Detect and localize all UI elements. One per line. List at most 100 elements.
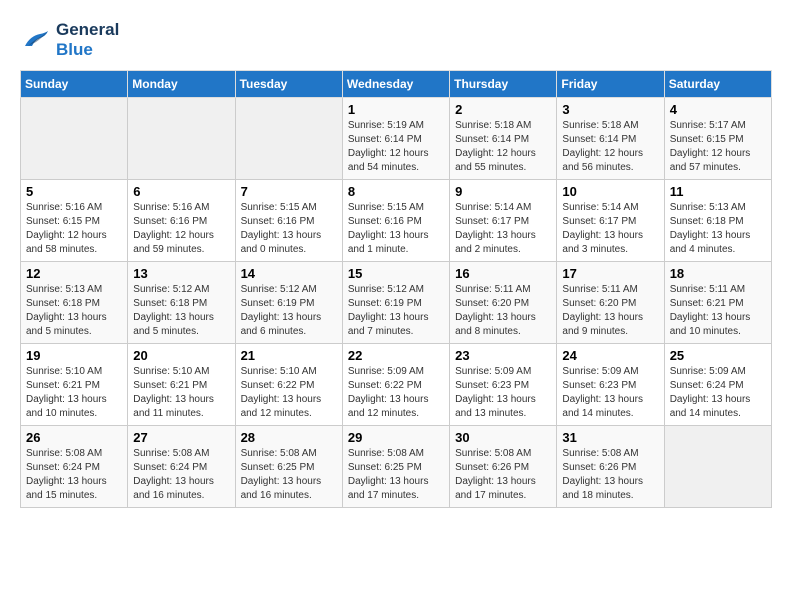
- day-info: Sunrise: 5:15 AM Sunset: 6:16 PM Dayligh…: [241, 201, 337, 257]
- day-of-week-header: Sunday: [21, 71, 128, 98]
- day-number: 6: [133, 184, 229, 199]
- day-of-week-header: Saturday: [664, 71, 771, 98]
- calendar-day-cell: 7 Sunrise: 5:15 AM Sunset: 6:16 PM Daylig…: [235, 180, 342, 262]
- calendar-day-cell: 29 Sunrise: 5:08 AM Sunset: 6:25 PM Dayli…: [342, 426, 449, 508]
- calendar-week-row: 26 Sunrise: 5:08 AM Sunset: 6:24 PM Dayli…: [21, 426, 772, 508]
- calendar-day-cell: 18 Sunrise: 5:11 AM Sunset: 6:21 PM Dayli…: [664, 262, 771, 344]
- day-info: Sunrise: 5:18 AM Sunset: 6:14 PM Dayligh…: [562, 119, 658, 175]
- day-number: 12: [26, 266, 122, 281]
- calendar-day-cell: 9 Sunrise: 5:14 AM Sunset: 6:17 PM Daylig…: [450, 180, 557, 262]
- day-info: Sunrise: 5:11 AM Sunset: 6:21 PM Dayligh…: [670, 283, 766, 339]
- calendar-day-cell: 31 Sunrise: 5:08 AM Sunset: 6:26 PM Dayli…: [557, 426, 664, 508]
- day-number: 27: [133, 430, 229, 445]
- day-info: Sunrise: 5:11 AM Sunset: 6:20 PM Dayligh…: [562, 283, 658, 339]
- day-info: Sunrise: 5:12 AM Sunset: 6:19 PM Dayligh…: [241, 283, 337, 339]
- calendar-day-cell: 30 Sunrise: 5:08 AM Sunset: 6:26 PM Dayli…: [450, 426, 557, 508]
- calendar-day-cell: 2 Sunrise: 5:18 AM Sunset: 6:14 PM Daylig…: [450, 98, 557, 180]
- day-number: 3: [562, 102, 658, 117]
- day-info: Sunrise: 5:10 AM Sunset: 6:22 PM Dayligh…: [241, 365, 337, 421]
- day-number: 30: [455, 430, 551, 445]
- calendar-day-cell: [235, 98, 342, 180]
- day-info: Sunrise: 5:08 AM Sunset: 6:24 PM Dayligh…: [26, 447, 122, 503]
- day-info: Sunrise: 5:08 AM Sunset: 6:26 PM Dayligh…: [455, 447, 551, 503]
- calendar-day-cell: 15 Sunrise: 5:12 AM Sunset: 6:19 PM Dayli…: [342, 262, 449, 344]
- calendar-table: SundayMondayTuesdayWednesdayThursdayFrid…: [20, 70, 772, 508]
- calendar-week-row: 5 Sunrise: 5:16 AM Sunset: 6:15 PM Daylig…: [21, 180, 772, 262]
- calendar-day-cell: 17Sunrise: 5:11 AM Sunset: 6:20 PM Dayli…: [557, 262, 664, 344]
- day-number: 25: [670, 348, 766, 363]
- day-info: Sunrise: 5:08 AM Sunset: 6:24 PM Dayligh…: [133, 447, 229, 503]
- day-number: 4: [670, 102, 766, 117]
- day-number: 15: [348, 266, 444, 281]
- day-info: Sunrise: 5:13 AM Sunset: 6:18 PM Dayligh…: [26, 283, 122, 339]
- logo: General Blue: [20, 20, 119, 60]
- calendar-day-cell: 26 Sunrise: 5:08 AM Sunset: 6:24 PM Dayli…: [21, 426, 128, 508]
- calendar-day-cell: 13 Sunrise: 5:12 AM Sunset: 6:18 PM Dayli…: [128, 262, 235, 344]
- day-number: 1: [348, 102, 444, 117]
- day-info: Sunrise: 5:08 AM Sunset: 6:25 PM Dayligh…: [348, 447, 444, 503]
- calendar-week-row: 12 Sunrise: 5:13 AM Sunset: 6:18 PM Dayli…: [21, 262, 772, 344]
- day-number: 22: [348, 348, 444, 363]
- day-number: 9: [455, 184, 551, 199]
- day-of-week-header: Monday: [128, 71, 235, 98]
- day-info: Sunrise: 5:08 AM Sunset: 6:26 PM Dayligh…: [562, 447, 658, 503]
- day-number: 5: [26, 184, 122, 199]
- calendar-day-cell: 25 Sunrise: 5:09 AM Sunset: 6:24 PM Dayli…: [664, 344, 771, 426]
- day-info: Sunrise: 5:16 AM Sunset: 6:16 PM Dayligh…: [133, 201, 229, 257]
- day-info: Sunrise: 5:10 AM Sunset: 6:21 PM Dayligh…: [133, 365, 229, 421]
- calendar-day-cell: 14 Sunrise: 5:12 AM Sunset: 6:19 PM Dayli…: [235, 262, 342, 344]
- day-number: 19: [26, 348, 122, 363]
- day-number: 31: [562, 430, 658, 445]
- day-number: 26: [26, 430, 122, 445]
- day-info: Sunrise: 5:08 AM Sunset: 6:25 PM Dayligh…: [241, 447, 337, 503]
- day-info: Sunrise: 5:17 AM Sunset: 6:15 PM Dayligh…: [670, 119, 766, 175]
- day-number: 13: [133, 266, 229, 281]
- day-of-week-header: Friday: [557, 71, 664, 98]
- day-of-week-header: Thursday: [450, 71, 557, 98]
- logo-text: General Blue: [56, 20, 119, 60]
- day-number: 24: [562, 348, 658, 363]
- day-info: Sunrise: 5:19 AM Sunset: 6:14 PM Dayligh…: [348, 119, 444, 175]
- calendar-day-cell: 1 Sunrise: 5:19 AM Sunset: 6:14 PM Daylig…: [342, 98, 449, 180]
- day-info: Sunrise: 5:18 AM Sunset: 6:14 PM Dayligh…: [455, 119, 551, 175]
- day-number: 29: [348, 430, 444, 445]
- calendar-day-cell: 20 Sunrise: 5:10 AM Sunset: 6:21 PM Dayli…: [128, 344, 235, 426]
- day-info: Sunrise: 5:15 AM Sunset: 6:16 PM Dayligh…: [348, 201, 444, 257]
- calendar-day-cell: 28 Sunrise: 5:08 AM Sunset: 6:25 PM Dayli…: [235, 426, 342, 508]
- page-header: General Blue: [20, 20, 772, 60]
- day-number: 11: [670, 184, 766, 199]
- calendar-day-cell: 8Sunrise: 5:15 AM Sunset: 6:16 PM Daylig…: [342, 180, 449, 262]
- calendar-day-cell: 12 Sunrise: 5:13 AM Sunset: 6:18 PM Dayli…: [21, 262, 128, 344]
- calendar-day-cell: 21Sunrise: 5:10 AM Sunset: 6:22 PM Dayli…: [235, 344, 342, 426]
- day-info: Sunrise: 5:09 AM Sunset: 6:23 PM Dayligh…: [455, 365, 551, 421]
- day-number: 7: [241, 184, 337, 199]
- calendar-week-row: 1 Sunrise: 5:19 AM Sunset: 6:14 PM Daylig…: [21, 98, 772, 180]
- calendar-week-row: 19 Sunrise: 5:10 AM Sunset: 6:21 PM Dayli…: [21, 344, 772, 426]
- day-number: 18: [670, 266, 766, 281]
- day-number: 2: [455, 102, 551, 117]
- day-info: Sunrise: 5:09 AM Sunset: 6:23 PM Dayligh…: [562, 365, 658, 421]
- calendar-day-cell: 4 Sunrise: 5:17 AM Sunset: 6:15 PM Daylig…: [664, 98, 771, 180]
- calendar-day-cell: 19Sunrise: 5:10 AM Sunset: 6:21 PM Dayli…: [21, 344, 128, 426]
- day-info: Sunrise: 5:14 AM Sunset: 6:17 PM Dayligh…: [562, 201, 658, 257]
- day-info: Sunrise: 5:12 AM Sunset: 6:18 PM Dayligh…: [133, 283, 229, 339]
- day-number: 28: [241, 430, 337, 445]
- calendar-day-cell: [664, 426, 771, 508]
- day-number: 16: [455, 266, 551, 281]
- day-info: Sunrise: 5:16 AM Sunset: 6:15 PM Dayligh…: [26, 201, 122, 257]
- day-info: Sunrise: 5:12 AM Sunset: 6:19 PM Dayligh…: [348, 283, 444, 339]
- day-info: Sunrise: 5:09 AM Sunset: 6:24 PM Dayligh…: [670, 365, 766, 421]
- day-of-week-header: Tuesday: [235, 71, 342, 98]
- calendar-day-cell: 11 Sunrise: 5:13 AM Sunset: 6:18 PM Dayli…: [664, 180, 771, 262]
- day-number: 14: [241, 266, 337, 281]
- calendar-header-row: SundayMondayTuesdayWednesdayThursdayFrid…: [21, 71, 772, 98]
- day-number: 20: [133, 348, 229, 363]
- calendar-day-cell: [21, 98, 128, 180]
- calendar-day-cell: 24 Sunrise: 5:09 AM Sunset: 6:23 PM Dayli…: [557, 344, 664, 426]
- day-info: Sunrise: 5:14 AM Sunset: 6:17 PM Dayligh…: [455, 201, 551, 257]
- day-number: 23: [455, 348, 551, 363]
- day-info: Sunrise: 5:13 AM Sunset: 6:18 PM Dayligh…: [670, 201, 766, 257]
- calendar-day-cell: 23 Sunrise: 5:09 AM Sunset: 6:23 PM Dayli…: [450, 344, 557, 426]
- day-of-week-header: Wednesday: [342, 71, 449, 98]
- calendar-day-cell: 27 Sunrise: 5:08 AM Sunset: 6:24 PM Dayli…: [128, 426, 235, 508]
